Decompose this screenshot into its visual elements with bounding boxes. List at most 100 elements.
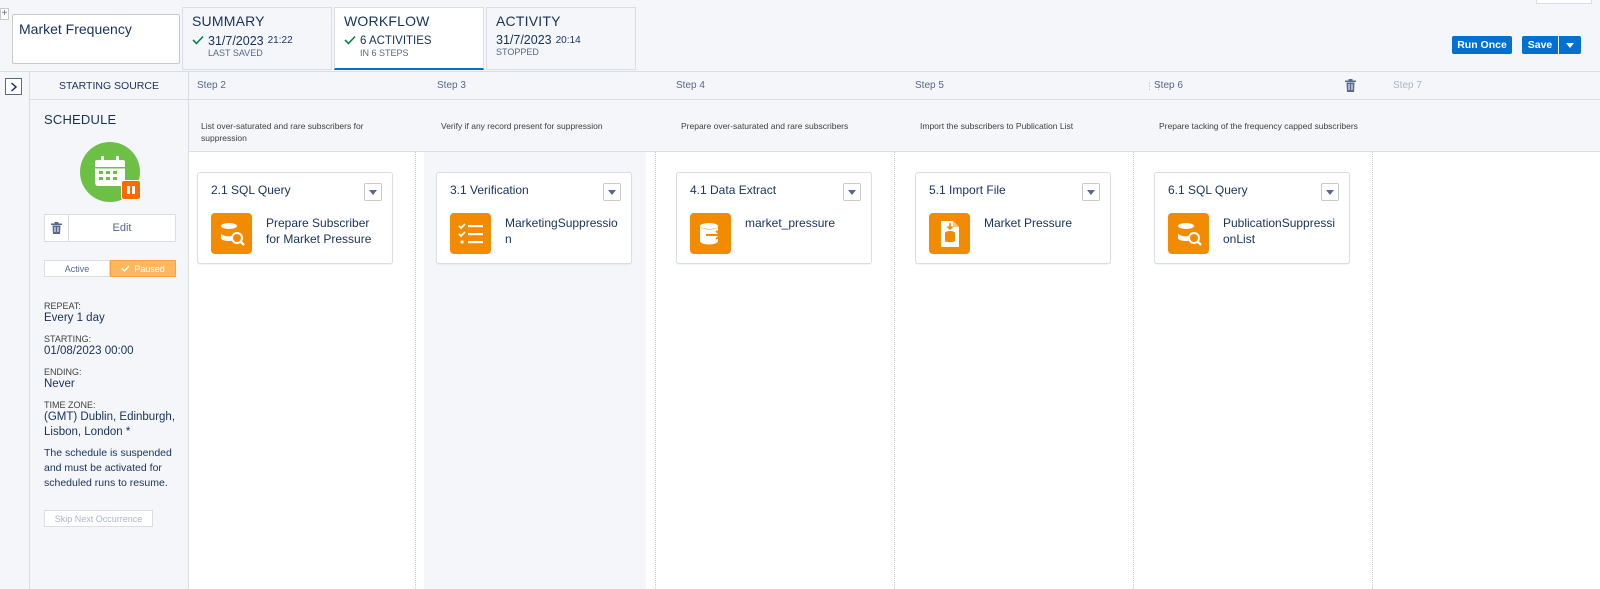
starting-value: 01/08/2023 00:00 bbox=[44, 345, 134, 357]
activity-menu-button[interactable] bbox=[1321, 183, 1339, 201]
save-options-button[interactable] bbox=[1559, 36, 1581, 54]
last-saved-time: 21:22 bbox=[267, 35, 293, 46]
collapse-toggle[interactable]: + bbox=[0, 8, 9, 20]
starting-label: STARTING: bbox=[44, 334, 92, 344]
step-column-7: Step 7 bbox=[1372, 72, 1600, 589]
repeat-label: REPEAT: bbox=[44, 301, 81, 311]
activity-card-3-1[interactable]: 3.1 Verification MarketingSuppression bbox=[436, 172, 632, 264]
pause-icon bbox=[121, 180, 141, 200]
tab-subtitle: IN 6 STEPS bbox=[360, 48, 409, 58]
verification-icon bbox=[450, 213, 491, 254]
tab-summary[interactable]: SUMMARY 31/7/2023 21:22 LAST SAVED bbox=[182, 7, 332, 70]
schedule-suspended-note: The schedule is suspended and must be ac… bbox=[44, 447, 172, 489]
repeat-value: Every 1 day bbox=[44, 312, 105, 324]
activity-menu-button[interactable] bbox=[364, 183, 382, 201]
chevron-down-icon bbox=[608, 189, 616, 195]
ending-label: ENDING: bbox=[44, 367, 82, 377]
activity-card-4-1[interactable]: 4.1 Data Extract market_pressure bbox=[676, 172, 872, 264]
activity-name: Prepare Subscriber for Market Pressure bbox=[266, 216, 372, 246]
paused-toggle-button[interactable]: Paused bbox=[110, 260, 176, 277]
schedule-status-toggle: Active Paused bbox=[44, 260, 176, 277]
skip-next-occurrence-button[interactable]: Skip Next Occurrence bbox=[44, 510, 153, 527]
left-rail bbox=[0, 72, 30, 589]
step-header: Step 7 bbox=[1372, 72, 1600, 100]
expand-panel-button[interactable] bbox=[5, 78, 22, 95]
tab-title: SUMMARY bbox=[192, 13, 265, 29]
starting-source-header: STARTING SOURCE bbox=[30, 72, 188, 100]
activity-title: 5.1 Import File bbox=[929, 183, 1006, 197]
chevron-down-icon bbox=[848, 189, 856, 195]
step-description[interactable]: Prepare tacking of the frequency capped … bbox=[1133, 100, 1372, 152]
step-column-3: Step 3 Verify if any record present for … bbox=[415, 72, 655, 589]
activity-card-2-1[interactable]: 2.1 SQL Query Prepare Subscriber for Mar… bbox=[197, 172, 393, 264]
import-file-icon bbox=[929, 213, 970, 254]
trash-icon bbox=[1345, 79, 1356, 92]
check-icon bbox=[192, 33, 204, 48]
activity-menu-button[interactable] bbox=[1082, 183, 1100, 201]
step-column-5: Step 5 Import the subscribers to Publica… bbox=[894, 72, 1133, 589]
check-icon bbox=[344, 33, 356, 48]
step-column-4: Step 4 Prepare over-saturated and rare s… bbox=[655, 72, 894, 589]
chevron-down-icon bbox=[1566, 42, 1574, 48]
step-description[interactable] bbox=[1372, 100, 1600, 152]
activity-name: MarketingSuppression bbox=[505, 216, 618, 246]
check-icon bbox=[121, 265, 130, 272]
tab-title: ACTIVITY bbox=[496, 13, 561, 29]
activity-card-6-1[interactable]: 6.1 SQL Query PublicationSuppressionList bbox=[1154, 172, 1350, 264]
starting-source-column: STARTING SOURCE SCHEDULE Edit Active Pau… bbox=[30, 72, 189, 589]
activity-title: 3.1 Verification bbox=[450, 183, 529, 197]
tab-title: WORKFLOW bbox=[344, 13, 430, 29]
last-run-time: 20:14 bbox=[555, 34, 581, 46]
run-once-button[interactable]: Run Once bbox=[1452, 36, 1512, 54]
sql-query-icon bbox=[1168, 213, 1209, 254]
step-header: Step 2 bbox=[189, 72, 415, 100]
timezone-label: TIME ZONE: bbox=[44, 400, 96, 410]
top-bar: + Market Frequency SUMMARY 31/7/2023 21:… bbox=[0, 0, 1600, 72]
step-header: Step 5 bbox=[894, 72, 1133, 100]
activity-name: PublicationSuppressionList bbox=[1223, 216, 1336, 246]
activity-count: 6 ACTIVITIES bbox=[360, 34, 432, 47]
active-toggle-button[interactable]: Active bbox=[44, 260, 110, 277]
step-column-2: Step 2 List over-saturated and rare subs… bbox=[189, 72, 415, 589]
activity-name: Market Pressure bbox=[984, 216, 1073, 230]
activity-name: market_pressure bbox=[745, 216, 836, 230]
activity-title: 4.1 Data Extract bbox=[690, 183, 777, 197]
activity-menu-button[interactable] bbox=[843, 183, 861, 201]
workflow-canvas: STARTING SOURCE SCHEDULE Edit Active Pau… bbox=[30, 72, 1600, 589]
tab-workflow[interactable]: WORKFLOW 6 ACTIVITIES IN 6 STEPS bbox=[334, 7, 484, 70]
chevron-down-icon bbox=[369, 189, 377, 195]
paused-label: Paused bbox=[134, 263, 165, 274]
tab-subtitle: LAST SAVED bbox=[208, 48, 263, 58]
step-description[interactable]: List over-saturated and rare subscribers… bbox=[189, 100, 415, 152]
schedule-details: REPEAT: Every 1 day STARTING: 01/08/2023… bbox=[44, 297, 189, 491]
schedule-actions: Edit bbox=[44, 214, 176, 242]
chevron-down-icon bbox=[1326, 189, 1334, 195]
activity-menu-button[interactable] bbox=[603, 183, 621, 201]
activity-title: 6.1 SQL Query bbox=[1168, 183, 1248, 197]
step-header: Step 3 bbox=[415, 72, 655, 100]
last-saved-date: 31/7/2023 bbox=[208, 33, 264, 48]
drag-handle-icon[interactable]: ⋮⋮ bbox=[1145, 81, 1163, 92]
step-description[interactable]: Verify if any record present for suppres… bbox=[415, 100, 655, 152]
ending-value: Never bbox=[44, 378, 75, 390]
trash-icon bbox=[51, 222, 62, 234]
timezone-value: (GMT) Dublin, Edinburgh, Lisbon, London … bbox=[44, 411, 176, 438]
chevron-right-icon bbox=[10, 81, 17, 92]
activity-card-5-1[interactable]: 5.1 Import File Market Pressure bbox=[915, 172, 1111, 264]
last-run-date: 31/7/2023 bbox=[496, 33, 552, 47]
chevron-down-icon bbox=[1087, 189, 1095, 195]
schedule-title: SCHEDULE bbox=[44, 112, 117, 127]
step-column-6: ⋮⋮ Step 6 Prepare tacking of the frequen… bbox=[1133, 72, 1372, 589]
delete-schedule-button[interactable] bbox=[44, 214, 69, 242]
automation-name-input[interactable]: Market Frequency bbox=[12, 14, 180, 64]
step-description[interactable]: Prepare over-saturated and rare subscrib… bbox=[655, 100, 894, 152]
step-header: ⋮⋮ Step 6 bbox=[1133, 72, 1372, 100]
data-extract-icon bbox=[690, 213, 731, 254]
step-description[interactable]: Import the subscribers to Publication Li… bbox=[894, 100, 1133, 152]
delete-step-button[interactable] bbox=[1345, 79, 1356, 95]
edit-schedule-button[interactable]: Edit bbox=[69, 214, 176, 242]
step-header: Step 4 bbox=[655, 72, 894, 100]
save-button[interactable]: Save bbox=[1522, 36, 1558, 54]
header-menu-stub[interactable] bbox=[1536, 0, 1592, 4]
tab-activity[interactable]: ACTIVITY 31/7/2023 20:14 STOPPED bbox=[486, 7, 636, 70]
